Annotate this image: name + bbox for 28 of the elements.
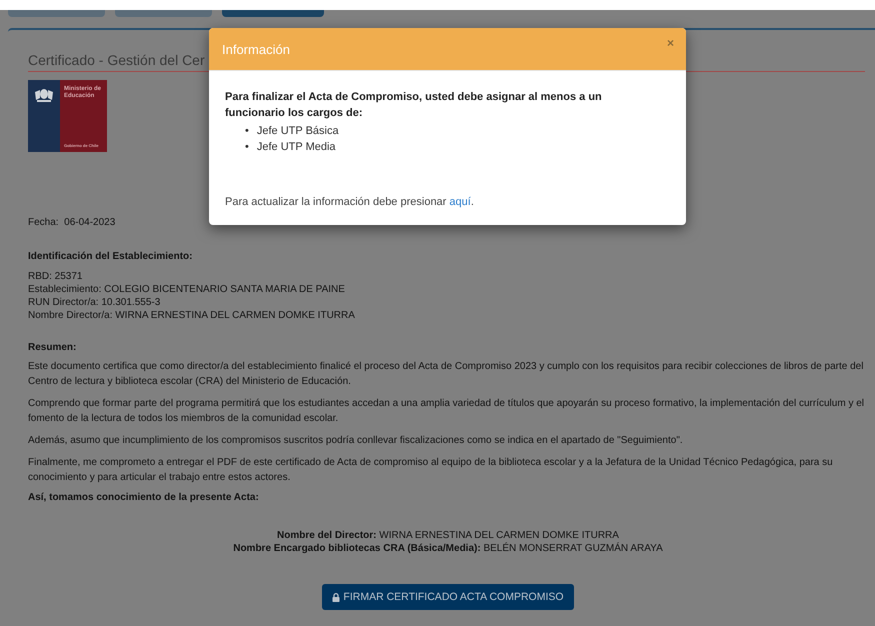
lock-icon [332, 592, 340, 602]
refresh-instruction: Para actualizar la información debe presionar aquí. [225, 196, 475, 208]
dialog-message: Para finalizar el Acta de Compromiso, usted debe asignar al menos a un funcionario los cargos de: [225, 90, 603, 121]
role-item: Jefe UTP Media [256, 140, 336, 155]
summary-paragraph: Comprendo que formar parte del programa permitirá que los estudiantes accedan a una amplia variedad de títulos que apoyarán su proceso formativo, la implementación del currículum y el fomento de la lectura de todos los miembros de la comunidad escolar. [28, 397, 866, 426]
signature-line: Nombre Encargado bibliotecas CRA (Básica/Media): BELÉN MONSERRAT GUZMÁN ARAYA [233, 542, 663, 555]
section-heading: Resumen: [28, 342, 78, 353]
section-heading: Identificación del Establecimiento: [28, 251, 194, 262]
info-line: RUN Director/a: 10.301.555-3 [28, 296, 162, 309]
refresh-link[interactable]: aquí [449, 196, 471, 208]
info-line: Establecimiento: COLEGIO BICENTENARIO SANTA MARIA DE PAINE [28, 283, 346, 296]
info-line: RBD: 25371 [28, 270, 84, 283]
nav-tab[interactable] [115, 10, 212, 17]
nav-tab[interactable] [8, 10, 105, 17]
summary-paragraph: Este documento certifica que como director/a del establecimiento finalicé el proceso del Acta de Compromiso 2023 y cumplo con los requisitos para recibir colecciones de libros de parte del Centro de lectura y biblioteca escolar (CRA) del Ministerio de Educación. [28, 360, 864, 389]
close-button[interactable]: × [666, 36, 674, 50]
bullet: • [245, 124, 249, 139]
signature-line: Nombre del Director: WIRNA ERNESTINA DEL CARMEN DOMKE ITURRA [277, 529, 619, 542]
nav-tab[interactable] [222, 10, 324, 17]
bullet: • [245, 140, 249, 155]
sign-certificate-button[interactable]: FIRMAR CERTIFICADO ACTA COMPROMISO [322, 584, 574, 610]
role-item: Jefe UTP Básica [256, 124, 339, 139]
summary-paragraph: Además, asumo que incumplimiento de los compromisos suscritos podría conllevar fiscalizaciones como se indica en el apartado de "Seguimiento". [28, 434, 684, 448]
coat-of-arms-icon [33, 86, 55, 102]
date-text: Fecha: 06-04-2023 [28, 217, 116, 228]
closing-statement: Así, tomamos conocimiento de la presente Acta: [28, 492, 260, 503]
summary-paragraph: Finalmente, me comprometo a entregar el PDF de este certificado de Acta de compromiso al equipo de la biblioteca escolar y a la Jefatura de la Unidad Técnico Pedagógica, para su conocimiento y para articular el trabajo entre estos actores. [28, 456, 834, 485]
info-line: Nombre Director/a: WIRNA ERNESTINA DEL CARMEN DOMKE ITURRA [28, 309, 356, 322]
